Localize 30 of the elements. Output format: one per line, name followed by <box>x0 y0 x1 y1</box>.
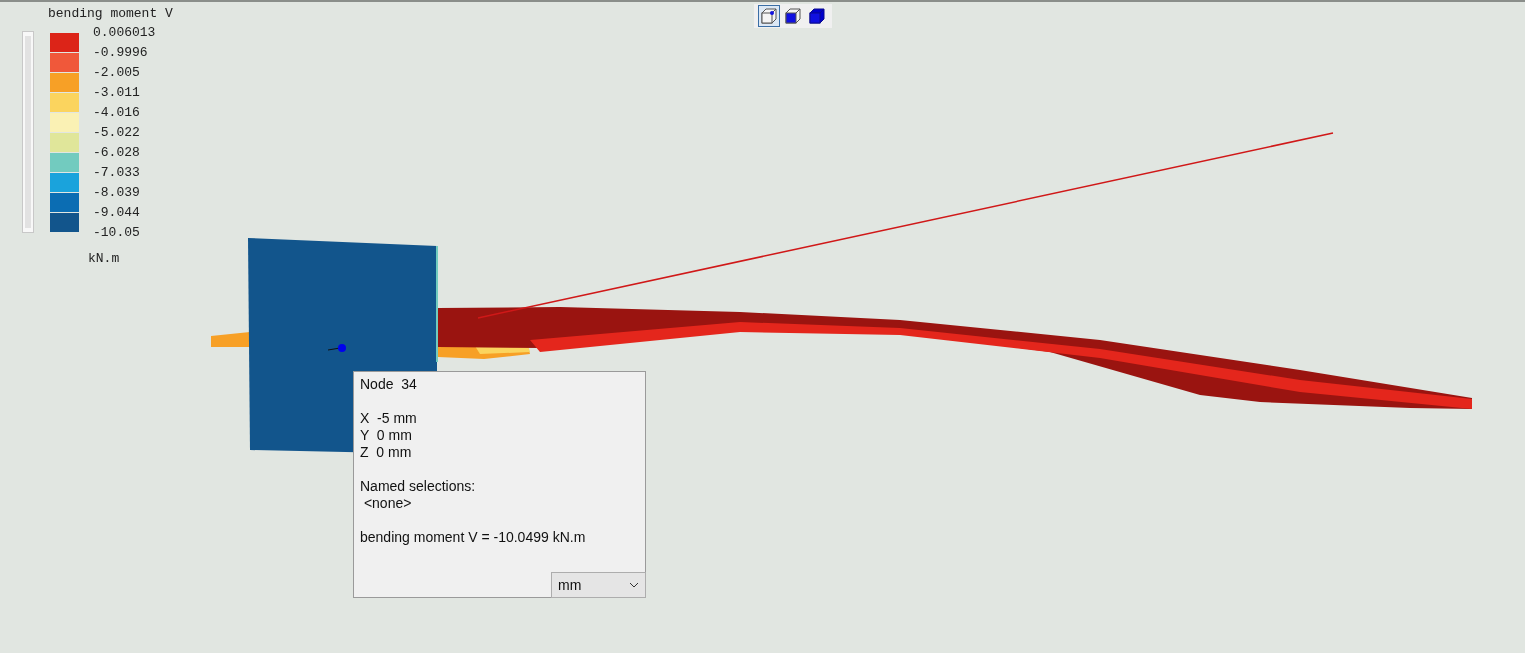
legend-value: -0.9996 <box>93 44 149 62</box>
legend-value: -4.016 <box>93 104 141 122</box>
cube-icon <box>760 7 778 25</box>
legend-value: -6.028 <box>93 144 141 162</box>
3d-viewport[interactable]: bending moment V 0.006013 -0.9996 -2.005 -3.011 -4.016 -5.022 -6.028 -7.033 -8.039 -9.044 -10.05 kN.m Node 34 X -5 mm Y 0 mm Z 0 mm Named selections: <none> bending moment V = -10.0499 kN.m mm <box>0 0 1525 653</box>
legend-unit: kN.m <box>88 251 121 266</box>
result-text: bending moment V = -10.0499 kN.m <box>360 529 587 546</box>
chevron-down-icon <box>629 582 639 588</box>
coordinate-text: Y 0 mm <box>360 427 413 444</box>
node-title: Node 34 <box>360 376 418 393</box>
unit-dropdown[interactable]: mm <box>551 572 646 598</box>
coordinate-text: Z 0 mm <box>360 444 413 461</box>
cube-icon <box>784 7 802 25</box>
legend-value: -9.044 <box>93 204 141 222</box>
range-slider[interactable] <box>22 31 34 233</box>
legend-title: bending moment V <box>48 5 173 23</box>
cube-icon <box>808 7 826 25</box>
legend-value: -8.039 <box>93 184 141 202</box>
legend-value: -7.033 <box>93 164 141 182</box>
legend-value: -10.05 <box>93 224 141 242</box>
view-mode-button[interactable] <box>758 5 780 27</box>
legend-value: 0.006013 <box>93 24 156 42</box>
legend-value: -5.022 <box>93 124 141 142</box>
coordinate-text: X -5 mm <box>360 410 418 427</box>
view-mode-button[interactable] <box>782 5 804 27</box>
view-mode-button[interactable] <box>806 5 828 27</box>
selections-label: Named selections: <box>360 478 477 495</box>
legend-value: -2.005 <box>93 64 141 82</box>
legend-value: -3.011 <box>93 84 141 102</box>
selections-value: <none> <box>362 495 413 512</box>
